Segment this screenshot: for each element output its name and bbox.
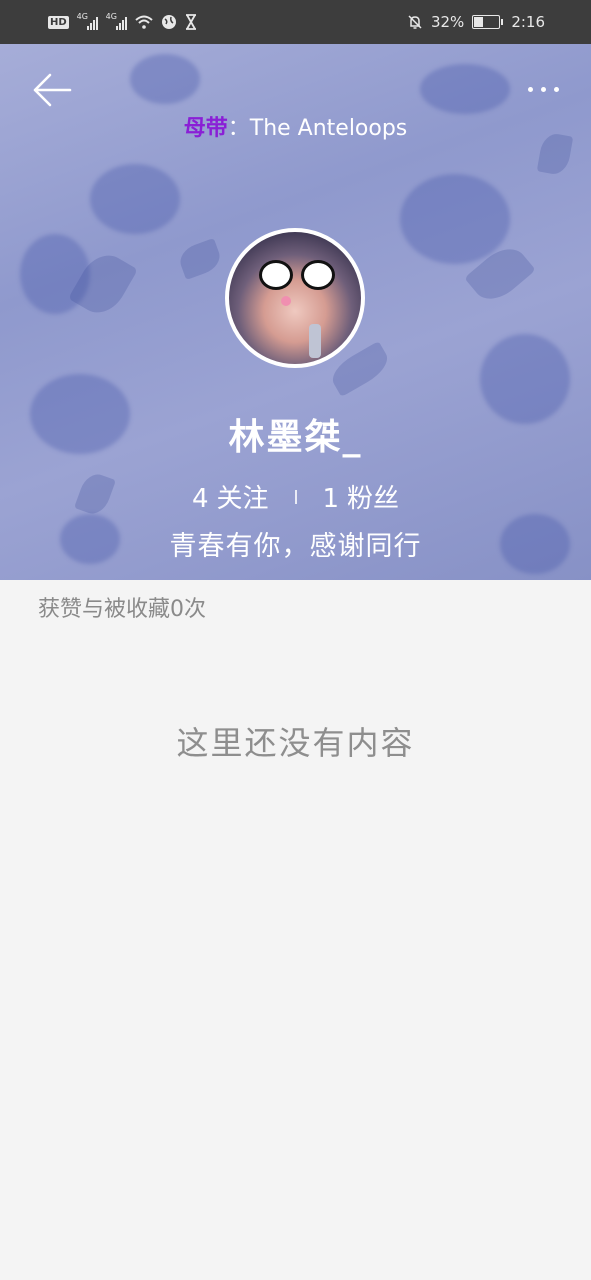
network-type-label-2: 4G [105,12,117,21]
avatar[interactable] [225,228,365,368]
following-label: 关注 [216,484,269,514]
school-separator: ： [227,116,250,141]
empty-state-text: 这里还没有内容 [176,724,415,762]
battery-icon [472,15,504,29]
wifi-icon [135,15,153,29]
bio: 青春有你，感谢同行 [169,531,422,562]
more-options-button[interactable] [520,74,566,104]
cell-signal-icon: 4G [76,12,98,30]
school-value: The Anteloops [249,116,408,141]
followers-label: 粉丝 [347,484,400,514]
vpn-globe-icon [161,15,176,29]
status-bar: HD 4G 4G 32% 2:16 [0,0,591,44]
status-bar-left: HD 4G 4G [48,12,197,30]
stats-divider [294,489,297,504]
school-label: 母带 [183,116,228,141]
back-arrow-icon[interactable] [30,70,74,110]
username: 林墨桀_ [228,417,363,458]
followers-stat[interactable]: 1 粉丝 [323,478,400,515]
following-count: 4 [191,484,209,514]
school-line: 母带：The Anteloops [0,110,591,142]
dot-icon [540,86,546,92]
follow-stats: 4 关注 1 粉丝 [0,478,591,515]
battery-percent: 32% [430,13,465,31]
following-stat[interactable]: 4 关注 [192,478,269,515]
hd-voice-badge: HD [48,15,69,29]
network-type-label: 4G [76,12,88,21]
silent-bell-icon [408,15,422,29]
profile-header: 母带：The Anteloops 林墨桀_ 4 关注 1 粉丝 青春有你，感谢同… [0,44,591,580]
dot-icon [553,86,559,92]
cell-signal-icon-2: 4G [105,12,127,30]
status-bar-right: 32% 2:16 [407,13,545,31]
dot-icon [527,86,533,92]
hourglass-icon [185,14,196,30]
followers-count: 1 [322,484,340,514]
likes-collected-text: 获赞与被收藏0次 [38,597,206,622]
clock: 2:16 [511,13,545,31]
